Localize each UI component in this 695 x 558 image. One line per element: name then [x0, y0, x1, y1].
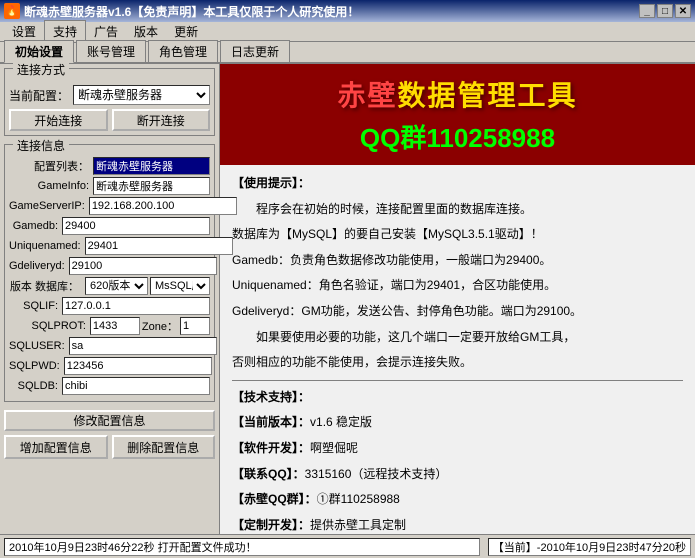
hint2: 数据库为【MySQL】的要自己安装【MySQL3.5.1驱动】！ — [232, 224, 683, 246]
gamedb-input[interactable] — [62, 217, 210, 235]
sqlpwd-label: SQLPWD: — [9, 360, 60, 372]
sqlif-input[interactable] — [62, 297, 210, 315]
sqldb-label: SQLDB: — [9, 380, 58, 392]
gameinfo-label: GameInfo: — [9, 180, 89, 192]
add-config-button[interactable]: 增加配置信息 — [4, 435, 108, 459]
sqlpwd-input[interactable] — [64, 357, 212, 375]
start-connect-button[interactable]: 开始连接 — [9, 109, 108, 131]
tab-account-mgmt[interactable]: 账号管理 — [76, 40, 146, 62]
connect-group-title: 连接方式 — [13, 61, 69, 78]
banner: 赤壁数据管理工具 QQ群110258988 — [220, 64, 695, 165]
window-title: 断魂赤壁服务器v1.6【免责声明】本工具仅限于个人研究使用！ — [24, 3, 359, 20]
stop-connect-button[interactable]: 断开连接 — [112, 109, 211, 131]
current-config-select[interactable]: 断魂赤壁服务器 — [73, 85, 210, 105]
info-content: 【使用提示】： 程序会在初始的时候，连接配置里面的数据库连接。 数据库为【MyS… — [220, 165, 695, 534]
left-panel: 连接方式 当前配置： 断魂赤壁服务器 开始连接 断开连接 连接信息 配置列表： … — [0, 64, 220, 534]
tab-role-mgmt[interactable]: 角色管理 — [148, 40, 218, 62]
banner-title-part2: 数据管理工具 — [398, 80, 578, 111]
banner-title: 赤壁数据管理工具 — [337, 74, 577, 114]
action-buttons: 修改配置信息 增加配置信息 删除配置信息 — [4, 410, 215, 459]
gamedb-label: Gamedb: — [9, 220, 58, 232]
tab-initial-setup[interactable]: 初始设置 — [4, 40, 74, 63]
banner-qq-number: 110258988 — [426, 123, 555, 153]
version-label: 版本 数据库： — [9, 278, 79, 294]
info-group-title: 连接信息 — [13, 137, 69, 154]
app-icon: 🔥 — [4, 3, 20, 19]
config-list-label: 配置列表： — [9, 158, 89, 174]
gdelivery-label: Gdeliveryd: — [9, 260, 65, 272]
cbqq-info: 【赤壁QQ群】：①群110258988 — [232, 489, 683, 511]
sqldb-input[interactable] — [62, 377, 210, 395]
menu-update[interactable]: 更新 — [166, 21, 206, 42]
zone-label: Zone： — [142, 318, 178, 334]
menu-ads[interactable]: 广告 — [86, 21, 126, 42]
banner-qq: QQ群110258988 — [360, 118, 555, 155]
sqlprot-input[interactable] — [90, 317, 140, 335]
gameserver-label: GameServerIP: — [9, 200, 85, 212]
hint-title: 【使用提示】： — [232, 173, 683, 195]
banner-qq-label: QQ群 — [360, 123, 426, 153]
main-content: 连接方式 当前配置： 断魂赤壁服务器 开始连接 断开连接 连接信息 配置列表： … — [0, 64, 695, 534]
divider — [232, 380, 683, 381]
status-left: 2010年10月9日23时46分22秒 打开配置文件成功！ — [4, 538, 480, 556]
dev-info: 【软件开发】：啊塑倔呢 — [232, 438, 683, 460]
menu-version[interactable]: 版本 — [126, 21, 166, 42]
delete-config-button[interactable]: 删除配置信息 — [112, 435, 216, 459]
version-select[interactable]: 620版本 — [85, 277, 148, 295]
hint7: 否则相应的功能不能使用，会提示连接失败。 — [232, 352, 683, 374]
maximize-button[interactable]: □ — [657, 4, 673, 18]
status-right: 【当前】-2010年10月9日23时47分20秒 — [488, 538, 691, 556]
banner-title-part1: 赤壁 — [337, 80, 397, 111]
close-button[interactable]: ✕ — [675, 4, 691, 18]
unique-label: Uniquenamed: — [9, 240, 81, 252]
sqlprot-label: SQLPROT: — [9, 320, 86, 332]
gameserver-input[interactable] — [89, 197, 237, 215]
custom-info: 【定制开发】：提供赤壁工具定制 — [232, 515, 683, 534]
sqlif-label: SQLIF: — [9, 300, 58, 312]
status-bar: 2010年10月9日23时46分22秒 打开配置文件成功！ 【当前】-2010年… — [0, 534, 695, 558]
current-config-label: 当前配置： — [9, 87, 69, 104]
hint4: Uniquenamed：角色名验证，端口为29401，合区功能使用。 — [232, 275, 683, 297]
sqluser-input[interactable] — [69, 337, 217, 355]
tab-log-update[interactable]: 日志更新 — [220, 40, 290, 62]
gameinfo-value: 断魂赤壁服务器 — [93, 177, 210, 195]
hint3: Gamedb：负责角色数据修改功能使用，一般端口为29400。 — [232, 250, 683, 272]
minimize-button[interactable]: _ — [639, 4, 655, 18]
config-list-value: 断魂赤壁服务器 — [93, 157, 210, 175]
tabs-bar: 初始设置 账号管理 角色管理 日志更新 — [0, 42, 695, 64]
qq-info: 【联系QQ】：3315160（远程技术支持） — [232, 464, 683, 486]
title-bar: 🔥 断魂赤壁服务器v1.6【免责声明】本工具仅限于个人研究使用！ _ □ ✕ — [0, 0, 695, 22]
menu-bar: 设置 支持 广告 版本 更新 — [0, 22, 695, 42]
menu-settings[interactable]: 设置 — [4, 21, 44, 42]
modify-config-button[interactable]: 修改配置信息 — [4, 410, 215, 431]
connection-info-group: 连接信息 配置列表： 断魂赤壁服务器 GameInfo: 断魂赤壁服务器 Gam… — [4, 144, 215, 402]
window-controls: _ □ ✕ — [639, 4, 691, 18]
hint1: 程序会在初始的时候，连接配置里面的数据库连接。 — [232, 199, 683, 221]
version-info: 【当前版本】：v1.6 稳定版 — [232, 412, 683, 434]
right-panel: 赤壁数据管理工具 QQ群110258988 【使用提示】： 程序会在初始的时候，… — [220, 64, 695, 534]
db-type-select[interactable]: MsSQL库 — [150, 277, 210, 295]
support-title: 【技术支持】： — [232, 387, 683, 409]
gdelivery-input[interactable] — [69, 257, 217, 275]
connect-group: 连接方式 当前配置： 断魂赤壁服务器 开始连接 断开连接 — [4, 68, 215, 136]
zone-input[interactable] — [180, 317, 210, 335]
unique-input[interactable] — [85, 237, 233, 255]
hint5: Gdeliveryd：GM功能，发送公告、封停角色功能。端口为29100。 — [232, 301, 683, 323]
sqluser-label: SQLUSER: — [9, 340, 65, 352]
hint6: 如果要使用必要的功能，这几个端口一定要开放给GM工具， — [232, 327, 683, 349]
